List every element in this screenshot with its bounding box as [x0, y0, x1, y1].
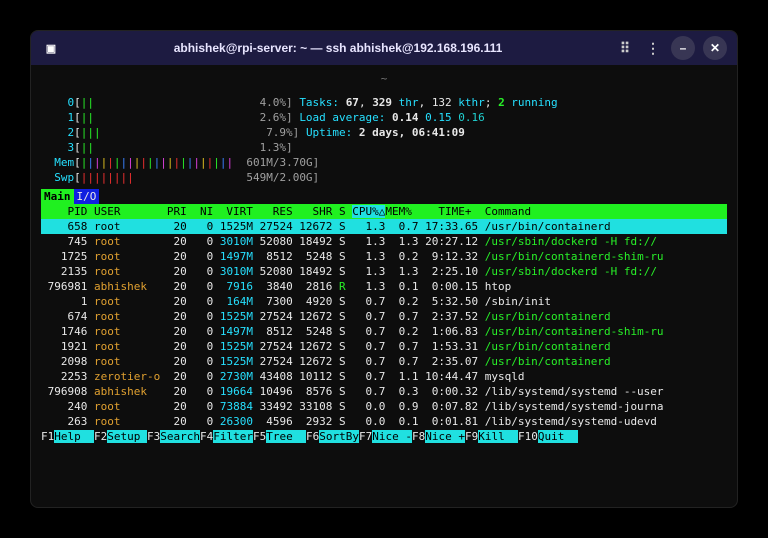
tab-row: MainI/O	[41, 189, 727, 204]
cpu-0-meter: 0[|| 4.0%] Tasks: 67, 329 thr, 132 kthr;…	[41, 95, 727, 110]
fkey-F4[interactable]: F4	[200, 430, 213, 443]
close-button[interactable]: ✕	[703, 36, 727, 60]
fkey-F7[interactable]: F7	[359, 430, 372, 443]
fkey-F6[interactable]: F6	[306, 430, 319, 443]
tab-main[interactable]: Main	[41, 189, 74, 204]
terminal-window: ▣ abhishek@rpi-server: ~ — ssh abhishek@…	[30, 30, 738, 508]
fkey-bar[interactable]: F1Help F2Setup F3SearchF4FilterF5Tree F6…	[41, 429, 727, 444]
terminal-body[interactable]: ~ 0[|| 4.0%] Tasks: 67, 329 thr, 132 kth…	[31, 65, 737, 444]
cpu-2-meter: 2[||| 7.9%] Uptime: 2 days, 06:41:09	[41, 125, 727, 140]
process-row[interactable]: 2135 root 20 0 3010M 52080 18492 S 1.3 1…	[41, 264, 727, 279]
cpu-3-meter: 3[|| 1.3%]	[41, 140, 727, 155]
swp-meter: Swp[|||||||| 549M/2.00G]	[41, 170, 727, 185]
process-row[interactable]: 1 root 20 0 164M 7300 4920 S 0.7 0.2 5:3…	[41, 294, 727, 309]
fkey-F2[interactable]: F2	[94, 430, 107, 443]
process-row[interactable]: 2253 zerotier-o 20 0 2730M 43408 10112 S…	[41, 369, 727, 384]
fkey-F3[interactable]: F3	[147, 430, 160, 443]
fkey-F9[interactable]: F9	[465, 430, 478, 443]
process-row[interactable]: 745 root 20 0 3010M 52080 18492 S 1.3 1.…	[41, 234, 727, 249]
process-row[interactable]: 1921 root 20 0 1525M 27524 12672 S 0.7 0…	[41, 339, 727, 354]
window-title: abhishek@rpi-server: ~ — ssh abhishek@19…	[61, 41, 615, 55]
process-header[interactable]: PID USER PRI NI VIRT RES SHR S CPU%△MEM%…	[41, 204, 727, 219]
process-row[interactable]: 240 root 20 0 73884 33492 33108 S 0.0 0.…	[41, 399, 727, 414]
fkey-F10[interactable]: F10	[518, 430, 538, 443]
titlebar: ▣ abhishek@rpi-server: ~ — ssh abhishek@…	[31, 31, 737, 65]
fkey-F5[interactable]: F5	[253, 430, 266, 443]
grid-icon[interactable]: ⠿	[615, 40, 635, 57]
process-row[interactable]: 796981 abhishek 20 0 7916 3840 2816 R 1.…	[41, 279, 727, 294]
fkey-F1[interactable]: F1	[41, 430, 54, 443]
process-row[interactable]: 263 root 20 0 26300 4596 2932 S 0.0 0.1 …	[41, 414, 727, 429]
cpu-1-meter: 1[|| 2.6%] Load average: 0.14 0.15 0.16	[41, 110, 727, 125]
process-row[interactable]: 1746 root 20 0 1497M 8512 5248 S 0.7 0.2…	[41, 324, 727, 339]
process-row[interactable]: 658 root 20 0 1525M 27524 12672 S 1.3 0.…	[41, 219, 727, 234]
process-row[interactable]: 2098 root 20 0 1525M 27524 12672 S 0.7 0…	[41, 354, 727, 369]
menu-icon[interactable]: ⋮	[643, 40, 663, 57]
tab-io[interactable]: I/O	[74, 189, 100, 204]
app-icon: ▣	[41, 38, 61, 58]
process-row[interactable]: 796908 abhishek 20 0 19664 10496 8576 S …	[41, 384, 727, 399]
cpu-meters: 0[|| 4.0%] Tasks: 67, 329 thr, 132 kthr;…	[41, 95, 727, 185]
process-list[interactable]: 658 root 20 0 1525M 27524 12672 S 1.3 0.…	[41, 219, 727, 429]
mem-meter: Mem[||||||||||||||||||||||| 601M/3.70G]	[41, 155, 727, 170]
minimize-button[interactable]: –	[671, 36, 695, 60]
tilde-row: ~	[41, 71, 727, 83]
process-row[interactable]: 1725 root 20 0 1497M 8512 5248 S 1.3 0.2…	[41, 249, 727, 264]
process-row[interactable]: 674 root 20 0 1525M 27524 12672 S 0.7 0.…	[41, 309, 727, 324]
fkey-F8[interactable]: F8	[412, 430, 425, 443]
